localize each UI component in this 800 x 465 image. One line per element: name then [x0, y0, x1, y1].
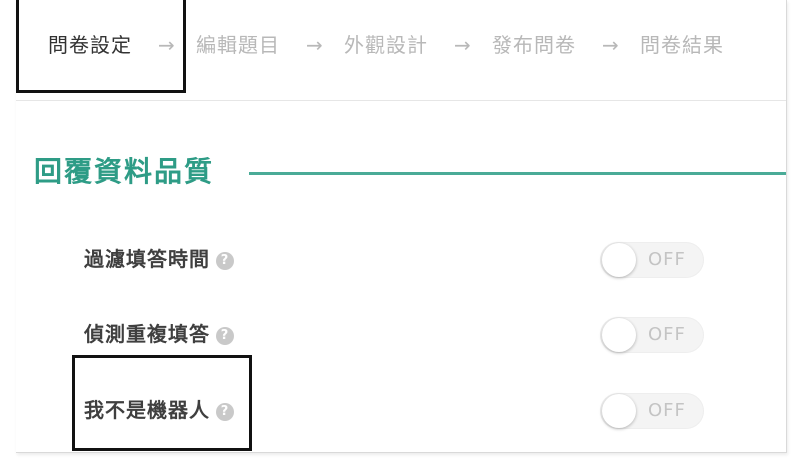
step-survey-settings[interactable]: 問卷設定 — [48, 30, 132, 60]
detect-duplicate-toggle[interactable]: OFF — [600, 317, 704, 353]
toggle-state: OFF — [648, 324, 686, 345]
step-appearance-design[interactable]: 外觀設計 — [344, 30, 428, 60]
step-edit-questions[interactable]: 編輯題目 — [196, 30, 280, 60]
setting-label: 我不是機器人 — [84, 398, 210, 422]
step-arrow-icon: → — [306, 33, 323, 57]
toggle-state: OFF — [648, 249, 686, 270]
survey-settings-panel: 問卷設定 → 編輯題目 → 外觀設計 → 發布問卷 → 問卷結果 回覆資料品質 … — [16, 0, 787, 453]
toggle-knob — [602, 318, 636, 352]
step-publish-survey[interactable]: 發布問卷 — [492, 30, 576, 60]
step-arrow-icon: → — [602, 33, 619, 57]
toggle-knob — [602, 394, 636, 428]
toggle-knob — [602, 243, 636, 277]
toggle-state: OFF — [648, 400, 686, 421]
captcha-toggle[interactable]: OFF — [600, 393, 704, 429]
wizard-stepper: 問卷設定 → 編輯題目 → 外觀設計 → 發布問卷 → 問卷結果 — [16, 0, 786, 101]
setting-label: 偵測重複填答 — [84, 322, 210, 346]
setting-captcha: 我不是機器人? — [84, 395, 234, 425]
section-divider — [249, 172, 786, 175]
step-arrow-icon: → — [158, 33, 175, 57]
filter-response-time-toggle[interactable]: OFF — [600, 242, 704, 278]
setting-detect-duplicate: 偵測重複填答? — [84, 319, 234, 349]
help-icon[interactable]: ? — [216, 327, 234, 345]
help-icon[interactable]: ? — [216, 403, 234, 421]
setting-filter-response-time: 過濾填答時間? — [84, 244, 234, 274]
help-icon[interactable]: ? — [216, 252, 234, 270]
setting-label: 過濾填答時間 — [84, 247, 210, 271]
step-survey-results[interactable]: 問卷結果 — [640, 30, 724, 60]
section-title: 回覆資料品質 — [34, 155, 215, 188]
step-arrow-icon: → — [454, 33, 471, 57]
